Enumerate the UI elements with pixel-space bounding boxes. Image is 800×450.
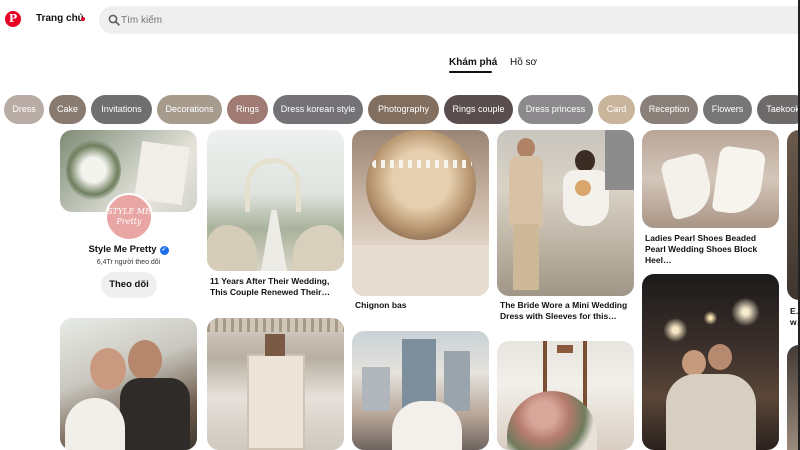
pin-image-couple-kiss[interactable]: [60, 318, 197, 450]
active-tab-indicator: [449, 71, 492, 73]
top-bar: P Trang chủ: [0, 0, 800, 40]
pin-image-pearl-shoes[interactable]: [642, 130, 779, 228]
chip-card[interactable]: Card: [598, 95, 635, 124]
pin-title-arch[interactable]: 11 Years After Their Wedding, This Coupl…: [210, 276, 344, 298]
chip-taekook[interactable]: Taekook: [757, 95, 800, 124]
search-input[interactable]: [121, 10, 761, 30]
search-icon: [108, 14, 120, 26]
pin-image-floral-arch[interactable]: [207, 130, 344, 271]
pin-image-groom-bouquet[interactable]: [497, 341, 634, 450]
chip-rings-couple[interactable]: Rings couple: [444, 95, 513, 124]
chip-flowers[interactable]: Flowers: [703, 95, 752, 124]
tab-explore[interactable]: Khám phá: [449, 57, 497, 68]
notification-dot-icon: [81, 17, 85, 21]
category-chip-bar: Dress Cake Invitations Decorations Rings…: [0, 95, 800, 125]
search-bar[interactable]: [99, 6, 800, 34]
chip-dress-princess[interactable]: Dress princess: [518, 95, 593, 124]
follow-button[interactable]: Theo dõi: [101, 272, 157, 298]
chip-dress-korean-style[interactable]: Dress korean style: [273, 95, 363, 124]
pin-title-chignon[interactable]: Chignon bas: [355, 300, 489, 311]
pin-image-chignon[interactable]: [352, 130, 489, 296]
tab-profile[interactable]: Hồ sơ: [510, 57, 537, 68]
pinterest-logo-icon[interactable]: P: [5, 11, 21, 27]
profile-name-text[interactable]: Style Me Pretty: [88, 244, 156, 255]
pin-image-sign-decor[interactable]: [207, 318, 344, 450]
chip-dress[interactable]: Dress: [4, 95, 44, 124]
verified-badge-icon: ✓: [159, 246, 169, 255]
chip-photography[interactable]: Photography: [368, 95, 439, 124]
chip-decorations[interactable]: Decorations: [157, 95, 222, 124]
chip-rings[interactable]: Rings: [227, 95, 268, 124]
pin-title-shoes[interactable]: Ladies Pearl Shoes Beaded Pearl Wedding …: [645, 233, 779, 266]
profile-name[interactable]: Style Me Pretty ✓: [60, 244, 197, 255]
pin-title-couple[interactable]: The Bride Wore a Mini Wedding Dress with…: [500, 300, 634, 322]
pin-image-city-couple[interactable]: [352, 331, 489, 450]
avatar[interactable]: STYLE ME Pretty: [105, 193, 153, 241]
pin-image-bride-groom-walk[interactable]: [497, 130, 634, 296]
follower-count: 6,4Tr người theo dõi: [96, 259, 161, 266]
home-link[interactable]: Trang chủ: [36, 13, 84, 24]
chip-cake[interactable]: Cake: [49, 95, 86, 124]
pin-image-sparkler-night[interactable]: [642, 274, 779, 450]
chip-invitations[interactable]: Invitations: [91, 95, 152, 124]
chip-reception[interactable]: Reception: [640, 95, 698, 124]
